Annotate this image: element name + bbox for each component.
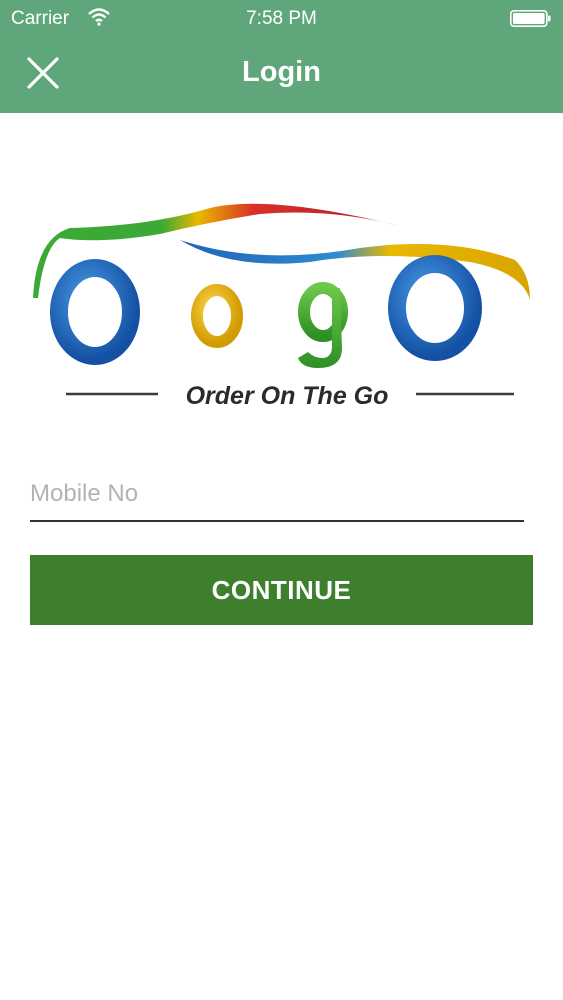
page-title: Login bbox=[242, 56, 321, 88]
clock: 7:58 PM bbox=[246, 8, 317, 29]
status-bar: Carrier 7:58 PM bbox=[0, 0, 563, 38]
logo-letter-o-yellow bbox=[191, 284, 243, 348]
logo-letter-o-blue-1 bbox=[50, 259, 140, 365]
logo-letter-g-green bbox=[298, 282, 348, 368]
continue-button[interactable]: CONTINUE bbox=[30, 555, 533, 625]
navigation-bar: Login bbox=[0, 38, 563, 113]
app-header: Carrier 7:58 PM Login bbox=[0, 0, 563, 113]
mobile-number-input[interactable] bbox=[30, 466, 524, 520]
oogo-logo: Order On The Go bbox=[33, 203, 530, 410]
logo-tagline: Order On The Go bbox=[186, 382, 389, 410]
logo-letter-o-blue-2 bbox=[388, 255, 482, 361]
battery-icon bbox=[510, 10, 551, 27]
mobile-number-field[interactable] bbox=[30, 466, 524, 522]
